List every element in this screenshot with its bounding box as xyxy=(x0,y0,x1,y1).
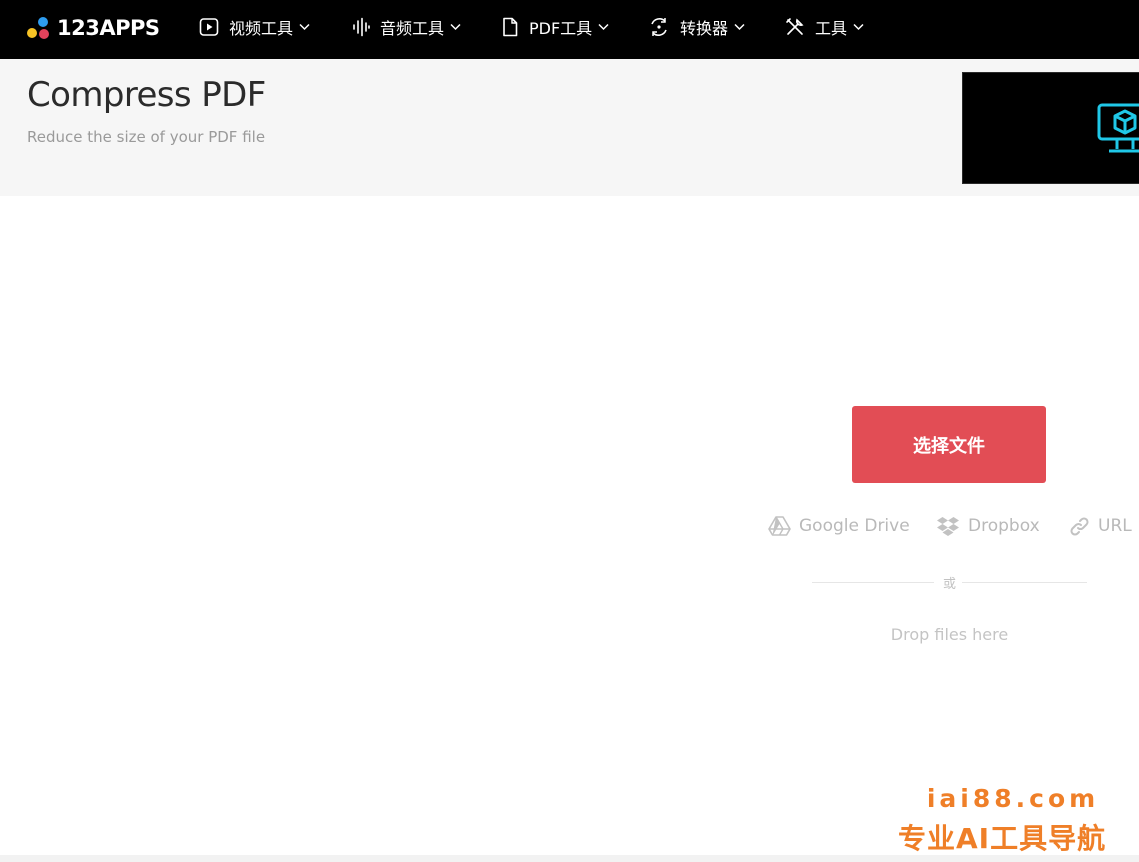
convert-cycle-icon xyxy=(651,18,667,36)
logo[interactable]: 123APPS xyxy=(27,14,160,42)
chevron-down-icon xyxy=(450,23,461,31)
chevron-down-icon xyxy=(299,23,310,31)
nav-video-tools-label: 视频工具 xyxy=(229,19,294,38)
nav-tools-label: 工具 xyxy=(815,19,848,38)
nav-pdf-tools-label: PDF工具 xyxy=(529,19,593,38)
logo-text: 123APPS xyxy=(57,16,160,40)
google-drive-icon xyxy=(768,516,791,536)
link-icon xyxy=(1070,516,1089,536)
play-circle-icon xyxy=(199,18,219,36)
top-navbar: 123APPS 视频工具 音频工具 PDF工具 转换器 工具 xyxy=(0,0,1139,59)
url-button[interactable]: URL xyxy=(1069,514,1132,538)
or-divider: 或 xyxy=(812,572,1087,592)
chevron-down-icon xyxy=(734,23,745,31)
watermark-slogan: 专业AI工具导航 xyxy=(898,822,1107,855)
drop-zone-hint: Drop files here xyxy=(890,625,1009,644)
dropbox-icon xyxy=(937,516,959,536)
dropbox-label: Dropbox xyxy=(968,516,1040,536)
nav-audio-tools[interactable]: 音频工具 xyxy=(352,14,461,40)
logo-dots-icon xyxy=(27,15,51,41)
google-drive-label: Google Drive xyxy=(799,516,910,536)
chevron-down-icon xyxy=(853,23,864,31)
monitor-cube-icon xyxy=(1097,103,1139,153)
dropbox-button[interactable]: Dropbox xyxy=(936,514,1040,538)
nav-converters[interactable]: 转换器 xyxy=(648,14,745,40)
url-label: URL xyxy=(1098,516,1132,536)
nav-pdf-tools[interactable]: PDF工具 xyxy=(501,14,609,40)
page-subtitle: Reduce the size of your PDF file xyxy=(27,128,266,146)
nav-video-tools[interactable]: 视频工具 xyxy=(199,14,310,40)
tools-icon xyxy=(786,18,804,35)
nav-audio-tools-label: 音频工具 xyxy=(380,19,445,38)
nav-converters-label: 转换器 xyxy=(680,19,729,38)
ad-banner[interactable] xyxy=(962,72,1139,184)
or-label: 或 xyxy=(942,577,956,592)
watermark-domain: iai88.com xyxy=(926,784,1100,813)
chevron-down-icon xyxy=(598,23,609,31)
page-title: Compress PDF xyxy=(27,75,266,115)
document-icon xyxy=(503,17,518,37)
nav-tools[interactable]: 工具 xyxy=(785,14,864,40)
audio-wave-icon xyxy=(353,17,370,37)
bottom-strip xyxy=(0,855,1139,862)
google-drive-button[interactable]: Google Drive xyxy=(768,514,910,538)
choose-file-button[interactable]: 选择文件 xyxy=(852,406,1046,483)
